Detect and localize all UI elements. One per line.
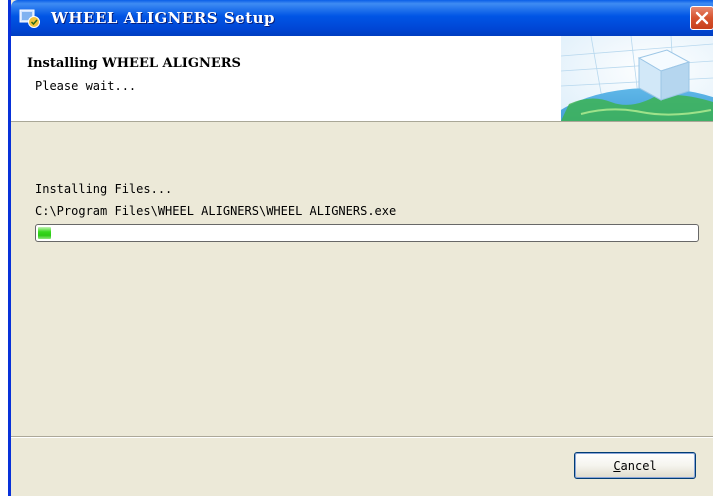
cancel-mnemonic: C (613, 458, 621, 473)
progress-fill (38, 227, 51, 239)
header-panel: Installing WHEEL ALIGNERS Please wait... (11, 36, 713, 122)
header-subtitle: Please wait... (35, 79, 137, 93)
install-progress-bar (35, 224, 699, 242)
close-icon (695, 11, 709, 25)
close-button[interactable] (690, 6, 713, 30)
current-file-path: C:\Program Files\WHEEL ALIGNERS\WHEEL AL… (35, 204, 397, 218)
footer-separator (11, 436, 713, 438)
setup-window: WHEEL ALIGNERS Setup Installing WHEEL AL… (8, 0, 713, 496)
installer-icon (19, 9, 40, 28)
globe-cube-logo (561, 36, 713, 121)
title-bar[interactable]: WHEEL ALIGNERS Setup (11, 0, 713, 36)
window-title: WHEEL ALIGNERS Setup (51, 9, 276, 27)
cancel-label-rest: ancel (620, 458, 657, 473)
status-text: Installing Files... (35, 182, 173, 196)
header-title: Installing WHEEL ALIGNERS (27, 56, 241, 71)
cancel-button[interactable]: Cancel (574, 452, 696, 479)
